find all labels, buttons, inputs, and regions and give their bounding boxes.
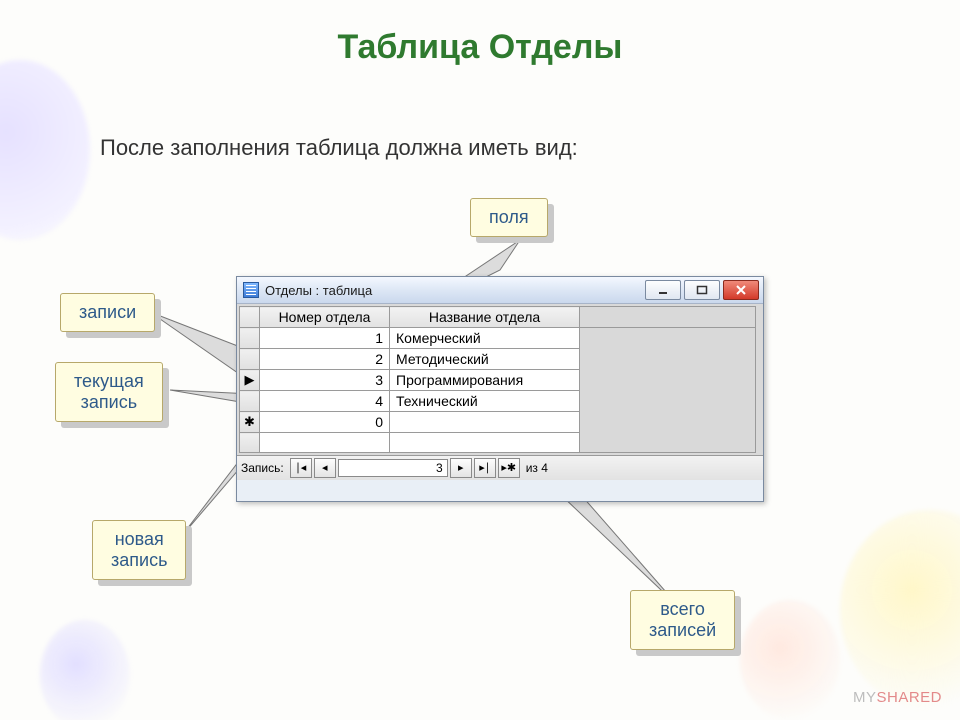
cell-number[interactable]: 1 [260,328,390,349]
column-header-number[interactable]: Номер отдела [260,307,390,328]
record-navigator: Запись: ∣◂ ◂ 3 ▸ ▸∣ ▸✱ из 4 [237,455,763,480]
callout-fields-label: поля [470,198,548,237]
nav-prev-button[interactable]: ◂ [314,458,336,478]
bg-blob [740,600,840,720]
nav-of-label: из 4 [522,461,552,475]
slide-subtitle: После заполнения таблица должна иметь ви… [100,135,578,161]
cell-name[interactable]: Технический [390,391,580,412]
cell-name[interactable]: Комерческий [390,328,580,349]
window-title: Отделы : таблица [265,283,372,298]
minimize-button[interactable] [645,280,681,300]
column-header-name[interactable]: Название отдела [390,307,580,328]
callout-total-records-label: всего записей [630,590,735,650]
nav-current-input[interactable]: 3 [338,459,448,477]
callout-new-record-label: новая запись [92,520,186,580]
cell-empty [390,433,580,453]
bg-blob [840,510,960,710]
row-selector[interactable] [240,349,260,370]
cell-name[interactable]: Методический [390,349,580,370]
nav-last-button[interactable]: ▸∣ [474,458,496,478]
row-selector-current[interactable]: ▶ [240,370,260,391]
callout-fields: поля [470,198,548,237]
nav-new-button[interactable]: ▸✱ [498,458,520,478]
grid-spacer [580,307,756,328]
bg-blob [0,60,90,240]
table-icon [243,282,259,298]
table-row[interactable]: 1 Комерческий [240,328,756,349]
callout-current-record-label: текущая запись [55,362,163,422]
callout-current-record: текущая запись [55,362,163,422]
row-selector[interactable] [240,328,260,349]
callout-new-record: новая запись [92,520,186,580]
nav-label: Запись: [241,461,284,475]
callout-records-label: записи [60,293,155,332]
nav-next-button[interactable]: ▸ [450,458,472,478]
callout-total-records: всего записей [630,590,735,650]
datasheet-grid: Номер отдела Название отдела 1 Комерческ… [237,304,763,455]
grid-spacer [580,328,756,453]
cell-number[interactable]: 0 [260,412,390,433]
cell-number[interactable]: 4 [260,391,390,412]
slide-title: Таблица Отделы [0,28,960,67]
cell-name[interactable]: Программирования [390,370,580,391]
cell-empty [260,433,390,453]
row-selector-header[interactable] [240,307,260,328]
callout-records: записи [60,293,155,332]
window-titlebar: Отделы : таблица [237,277,763,304]
watermark: MYSHARED [853,689,942,706]
maximize-button[interactable] [684,280,720,300]
cell-number[interactable]: 2 [260,349,390,370]
nav-first-button[interactable]: ∣◂ [290,458,312,478]
bg-blob [40,620,130,720]
row-selector [240,433,260,453]
cell-number[interactable]: 3 [260,370,390,391]
row-selector-new[interactable]: ✱ [240,412,260,433]
cell-name[interactable] [390,412,580,433]
db-table-window: Отделы : таблица Номер отдела Название о… [236,276,764,502]
close-button[interactable] [723,280,759,300]
row-selector[interactable] [240,391,260,412]
